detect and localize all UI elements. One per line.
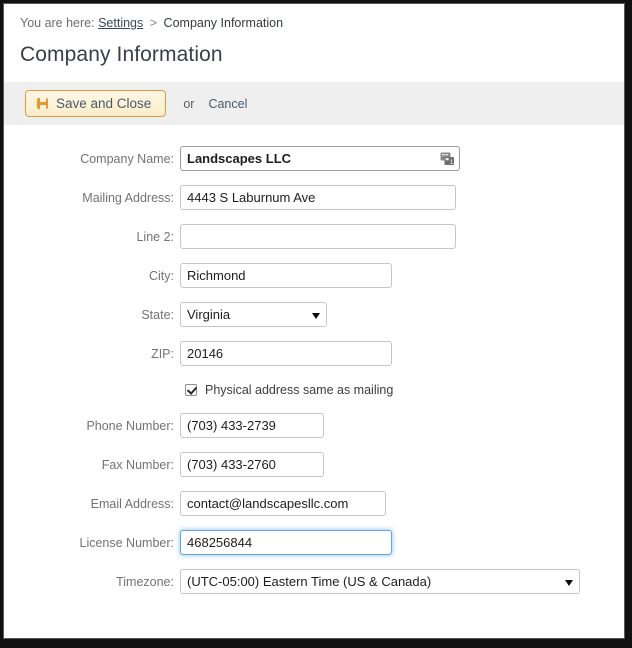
city-input[interactable] [180, 263, 392, 288]
breadcrumb: You are here: Settings > Company Informa… [4, 4, 624, 31]
browser-content-frame: You are here: Settings > Company Informa… [3, 3, 625, 639]
label-company-name: Company Name: [80, 151, 174, 166]
breadcrumb-link-settings[interactable]: Settings [98, 16, 143, 30]
field-wrap-email-address [180, 491, 386, 516]
form-row-mailing-address: Mailing Address: [4, 178, 624, 217]
physical-address-checkbox-row: Physical address same as mailing [4, 373, 624, 406]
field-wrap-phone-number [180, 413, 324, 438]
company-name-input[interactable] [180, 146, 460, 171]
company-information-form: Company Name: 1 [4, 125, 624, 601]
label-fax-number: Fax Number: [101, 457, 174, 472]
form-row-state: State: Virginia [4, 295, 624, 334]
state-select[interactable]: Virginia [180, 302, 327, 327]
field-wrap-zip [180, 341, 392, 366]
field-wrap-address-line-2 [180, 224, 456, 249]
or-separator-label: or [183, 96, 195, 111]
breadcrumb-current: Company Information [163, 16, 284, 30]
field-wrap-state: Virginia [180, 302, 327, 327]
breadcrumb-prefix: You are here: [20, 16, 95, 30]
label-license-number: License Number: [79, 535, 175, 550]
cancel-button[interactable]: Cancel [208, 97, 247, 111]
email-address-input[interactable] [180, 491, 386, 516]
label-state: State: [141, 307, 174, 322]
save-and-close-button[interactable]: Save and Close [25, 90, 167, 117]
address-line-2-input[interactable] [180, 224, 456, 249]
save-and-close-label: Save and Close [56, 96, 152, 111]
phone-number-input[interactable] [180, 413, 324, 438]
label-address-line-2: Line 2: [136, 229, 174, 244]
physical-address-same-label[interactable]: Physical address same as mailing [205, 383, 393, 397]
page-title: Company Information [20, 43, 223, 66]
breadcrumb-separator: > [149, 16, 158, 30]
form-row-fax-number: Fax Number: [4, 445, 624, 484]
form-row-license-number: License Number: [4, 523, 624, 562]
label-mailing-address: Mailing Address: [82, 190, 174, 205]
physical-address-same-checkbox[interactable] [185, 383, 197, 396]
field-wrap-company-name: 1 [180, 146, 460, 171]
form-row-phone-number: Phone Number: [4, 406, 624, 445]
form-row-address-line-2: Line 2: [4, 217, 624, 256]
label-zip: ZIP: [151, 346, 174, 361]
label-email-address: Email Address: [90, 496, 174, 511]
label-phone-number: Phone Number: [86, 418, 174, 433]
timezone-select[interactable]: (UTC-05:00) Eastern Time (US & Canada) [180, 569, 580, 594]
screenshot-root: You are here: Settings > Company Informa… [0, 0, 632, 648]
license-number-input[interactable] [180, 530, 392, 555]
form-row-company-name: Company Name: 1 [4, 139, 624, 178]
field-wrap-mailing-address [180, 185, 456, 210]
mailing-address-input[interactable] [180, 185, 456, 210]
field-wrap-fax-number [180, 452, 324, 477]
save-icon [37, 98, 48, 109]
label-city: City: [149, 268, 174, 283]
action-toolbar: Save and Close or Cancel [4, 82, 624, 125]
form-row-email-address: Email Address: [4, 484, 624, 523]
field-wrap-license-number [180, 530, 392, 555]
form-row-timezone: Timezone: (UTC-05:00) Eastern Time (US &… [4, 562, 624, 601]
form-row-zip: ZIP: [4, 334, 624, 373]
field-wrap-city [180, 263, 392, 288]
zip-input[interactable] [180, 341, 392, 366]
label-timezone: Timezone: [116, 574, 174, 589]
form-row-city: City: [4, 256, 624, 295]
field-wrap-timezone: (UTC-05:00) Eastern Time (US & Canada) [180, 569, 580, 594]
fax-number-input[interactable] [180, 452, 324, 477]
